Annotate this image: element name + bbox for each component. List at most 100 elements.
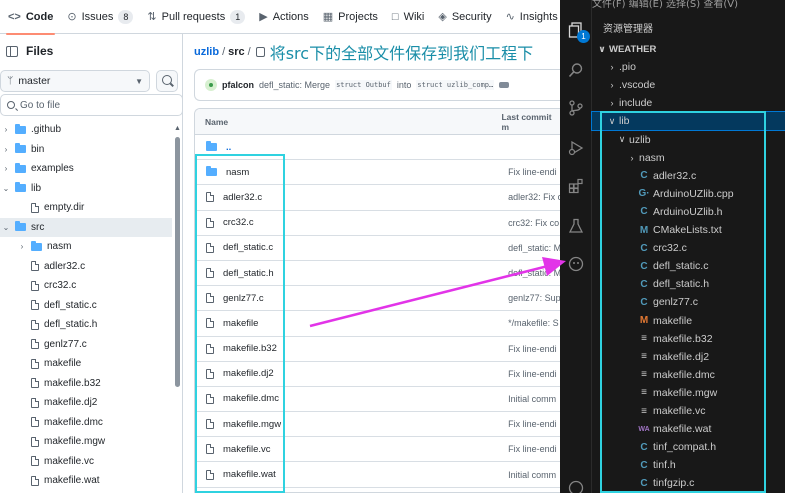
row-commit-message[interactable]: defl_static: M [508, 268, 560, 278]
explorer-file[interactable]: Ccrc32.c [592, 239, 785, 257]
row-commit-message[interactable]: defl_static: M [508, 243, 560, 253]
tree-folder[interactable]: › .github [0, 120, 172, 140]
explorer-file[interactable]: Cdefl_static.c [592, 257, 785, 275]
row-name-link[interactable]: makefile.dmc [223, 393, 279, 404]
table-row[interactable]: defl_static.c defl_static: M [195, 236, 560, 261]
explorer-file[interactable]: WA makefile.wat [592, 420, 785, 438]
explorer-file[interactable]: ≡ makefile.vc [592, 402, 785, 420]
row-name-link[interactable]: makefile.vc [223, 444, 271, 455]
tree-file[interactable]: empty.dir [0, 198, 172, 218]
tab-actions[interactable]: ▶ Actions [259, 0, 309, 34]
tree-folder[interactable]: › nasm [0, 237, 172, 257]
row-commit-message[interactable]: Fix line-endi [508, 444, 560, 454]
search-button[interactable] [156, 70, 178, 92]
tree-file[interactable]: defl_static.c [0, 296, 172, 316]
explorer-file[interactable]: ≡ makefile.b32 [592, 330, 785, 348]
expand-commit-icon[interactable] [499, 82, 510, 88]
row-commit-message[interactable]: crc32: Fix co [508, 218, 560, 228]
testing-icon[interactable] [568, 218, 584, 234]
tree-folder[interactable]: ⌄ lib [0, 179, 172, 199]
table-row[interactable]: nasm Fix line-endi [195, 160, 560, 186]
explorer-file[interactable]: ≡ makefile.dj2 [592, 348, 785, 366]
row-commit-message[interactable]: Fix line-endi [508, 167, 560, 177]
explorer-file[interactable]: G· ArduinoUZlib.cpp [592, 185, 785, 203]
explorer-file[interactable]: Ctinf.h [592, 456, 785, 474]
copy-path-icon[interactable] [255, 47, 265, 57]
tree-file[interactable]: crc32.c [0, 276, 172, 296]
extensions-icon[interactable] [568, 178, 584, 194]
chevron-down-icon[interactable]: ⌄ [2, 223, 10, 232]
row-name-link[interactable]: crc32.c [223, 217, 254, 228]
explorer-file[interactable]: Cadler32.c [592, 167, 785, 185]
explorer-folder[interactable]: › .pio [592, 58, 785, 76]
chevron-right-icon[interactable]: › [18, 242, 26, 251]
chevron-right-icon[interactable]: › [607, 62, 617, 72]
row-commit-message[interactable]: Fix line-endi [508, 369, 560, 379]
chevron-right-icon[interactable]: › [2, 145, 10, 154]
table-row[interactable]: adler32.c adler32: Fix c [195, 185, 560, 211]
row-name-link[interactable]: .. [226, 142, 231, 153]
explorer-folder[interactable]: › nasm [592, 149, 785, 167]
go-to-file-input[interactable]: Go to file [0, 94, 183, 116]
commit-author[interactable]: pfalcon [222, 80, 254, 90]
chevron-right-icon[interactable]: › [607, 98, 617, 108]
explorer-folder[interactable]: ∨ lib [591, 111, 785, 132]
table-row[interactable]: makefile.b32 Fix line-endi [195, 337, 560, 362]
tab-code[interactable]: <> Code [5, 0, 56, 35]
row-name-link[interactable]: nasm [226, 167, 249, 178]
row-commit-message[interactable]: Initial comm [508, 394, 560, 404]
tree-file[interactable]: makefile.vc [0, 452, 172, 472]
table-row[interactable]: makefile */makefile: S [195, 311, 560, 337]
row-name-link[interactable]: makefile.b32 [223, 343, 277, 354]
row-name-link[interactable]: adler32.c [223, 192, 262, 203]
explorer-file[interactable]: Ctinf_compat.h [592, 438, 785, 456]
run-debug-icon[interactable] [568, 140, 584, 156]
source-control-icon[interactable] [568, 100, 584, 116]
avatar[interactable] [205, 79, 217, 91]
sidebar-toggle-icon[interactable] [6, 45, 18, 57]
table-row[interactable]: defl_static.h defl_static: M [195, 261, 560, 287]
tree-file[interactable]: makefile.dj2 [0, 393, 172, 413]
row-commit-message[interactable]: genlz77: Sup [508, 293, 560, 303]
row-name-link[interactable]: genlz77.c [223, 293, 264, 304]
branch-select[interactable]: ᛘ master ▼ [0, 70, 150, 92]
table-row[interactable]: .. [195, 135, 560, 161]
table-row[interactable]: makefile.vc Fix line-endi [195, 437, 560, 463]
tree-file[interactable]: makefile.b32 [0, 374, 172, 394]
explorer-file[interactable]: Mmakefile [592, 312, 785, 330]
explorer-file[interactable]: Cgenlz77.c [592, 293, 785, 311]
row-commit-message[interactable]: Initial comm [508, 470, 560, 480]
explorer-folder[interactable]: › include [592, 94, 785, 112]
table-row[interactable]: makefile.dmc Initial comm [195, 387, 560, 413]
table-row[interactable]: genlz77.c genlz77: Sup [195, 286, 560, 312]
explorer-file[interactable]: M CMakeLists.txt [592, 221, 785, 239]
row-commit-message[interactable]: Fix line-endi [508, 419, 560, 429]
search-icon[interactable] [568, 62, 584, 78]
tree-file[interactable]: defl_static.h [0, 315, 172, 335]
tab-issues[interactable]: ⊙ Issues 8 [67, 0, 134, 34]
chevron-down-icon[interactable]: ∨ [607, 116, 617, 127]
chevron-down-icon[interactable]: ⌄ [2, 184, 10, 193]
account-icon[interactable] [568, 480, 584, 493]
tab-insights[interactable]: ∿ Insights [506, 0, 558, 34]
chevron-right-icon[interactable]: › [627, 153, 637, 163]
table-row[interactable]: makefile.dj2 Fix line-endi [195, 362, 560, 387]
tree-file[interactable]: genlz77.c [0, 335, 172, 355]
chevron-right-icon[interactable]: › [607, 80, 617, 90]
explorer-folder[interactable]: ∨ uzlib [592, 131, 785, 149]
row-name-link[interactable]: makefile.dj2 [223, 368, 274, 379]
tree-folder[interactable]: › bin [0, 140, 172, 160]
row-name-link[interactable]: makefile.mgw [223, 419, 281, 430]
row-name-link[interactable]: makefile [223, 318, 258, 329]
scroll-up-icon[interactable]: ▲ [174, 125, 181, 132]
tab-wiki[interactable]: □ Wiki [392, 0, 424, 34]
tree-folder[interactable]: ⌄ src [0, 217, 172, 237]
tree-file[interactable]: makefile [0, 354, 172, 374]
tab-pull-requests[interactable]: ⇅ Pull requests 1 [147, 0, 246, 34]
file-tree-scrollbar[interactable] [175, 137, 180, 387]
tab-projects[interactable]: ▦ Projects [323, 0, 378, 34]
table-row[interactable]: crc32.c crc32: Fix co [195, 211, 560, 236]
breadcrumb-repo-link[interactable]: uzlib [194, 46, 219, 58]
row-name-link[interactable]: defl_static.h [223, 268, 274, 279]
tree-file[interactable]: adler32.c [0, 257, 172, 277]
